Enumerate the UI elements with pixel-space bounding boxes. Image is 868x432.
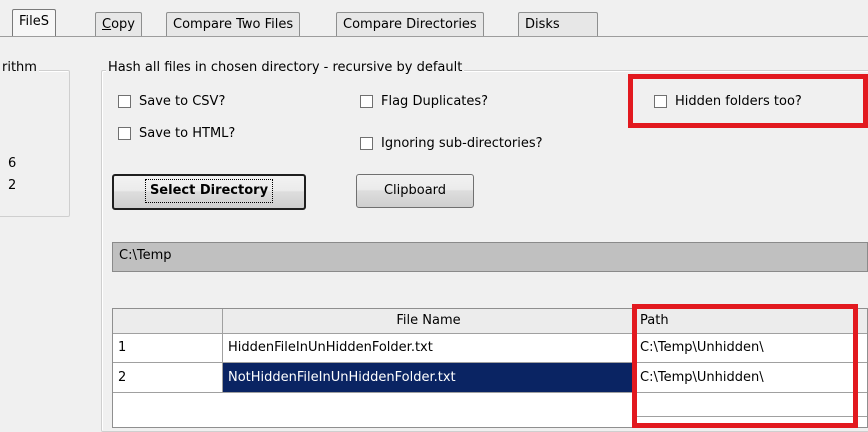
row-1-index[interactable]: 1 (113, 334, 223, 363)
clipboard-label: Clipboard (383, 183, 447, 198)
grid-header-filename[interactable]: File Name (223, 309, 635, 334)
clipboard-button[interactable]: Clipboard (356, 174, 474, 208)
save-html-label: Save to HTML? (139, 126, 236, 141)
tab-compare-two-files-label: Compare Two Files (173, 17, 294, 32)
tab-copy-label: Copy (102, 17, 135, 32)
flag-duplicates-box[interactable] (360, 95, 373, 108)
row-2-filename[interactable]: NotHiddenFileInUnHiddenFolder.txt (223, 363, 635, 393)
ignore-subdirs-box[interactable] (360, 137, 373, 150)
ignore-subdirs-checkbox[interactable]: Ignoring sub-directories? (360, 136, 543, 151)
directory-path-field[interactable]: C:\Temp (112, 242, 868, 272)
row-2-index[interactable]: 2 (113, 363, 223, 393)
select-directory-button[interactable]: Select Directory (112, 174, 306, 210)
select-directory-text: Select Directory (149, 183, 269, 198)
select-directory-label: Select Directory (144, 179, 274, 203)
save-csv-label: Save to CSV? (139, 94, 226, 109)
tab-compare-two-files[interactable]: Compare Two Files (166, 12, 301, 37)
hidden-folders-label: Hidden folders too? (675, 94, 802, 109)
algorithm-group (0, 70, 70, 217)
algorithm-value-2: 2 (8, 178, 17, 193)
flag-duplicates-checkbox[interactable]: Flag Duplicates? (360, 94, 488, 109)
tab-compare-directories-label: Compare Directories (343, 17, 477, 32)
save-html-checkbox[interactable]: Save to HTML? (118, 126, 235, 141)
directory-path-value: C:\Temp (119, 248, 172, 263)
algorithm-group-legend: rithm (0, 60, 39, 75)
row-1-filename[interactable]: HiddenFileInUnHiddenFolder.txt (223, 334, 635, 363)
tab-copy[interactable]: Copy (95, 12, 142, 37)
tab-files[interactable]: FileS (12, 9, 57, 37)
tab-disks[interactable]: Disks (518, 12, 598, 37)
flag-duplicates-label: Flag Duplicates? (381, 94, 489, 109)
path-column-highlight (632, 304, 858, 428)
hidden-folders-checkbox[interactable]: Hidden folders too? (654, 94, 802, 109)
hidden-folders-box[interactable] (654, 95, 667, 108)
tab-files-label: FileS (19, 14, 50, 29)
save-html-box[interactable] (118, 127, 131, 140)
tab-divider (0, 36, 868, 37)
save-csv-checkbox[interactable]: Save to CSV? (118, 94, 225, 109)
ignore-subdirs-label: Ignoring sub-directories? (381, 136, 543, 151)
save-csv-box[interactable] (118, 95, 131, 108)
tab-disks-label: Disks (525, 17, 560, 32)
grid-header-index[interactable] (113, 309, 223, 334)
algorithm-value-1: 6 (8, 156, 17, 171)
hash-group-legend: Hash all files in chosen directory - rec… (106, 60, 465, 75)
tab-compare-directories[interactable]: Compare Directories (336, 12, 484, 37)
